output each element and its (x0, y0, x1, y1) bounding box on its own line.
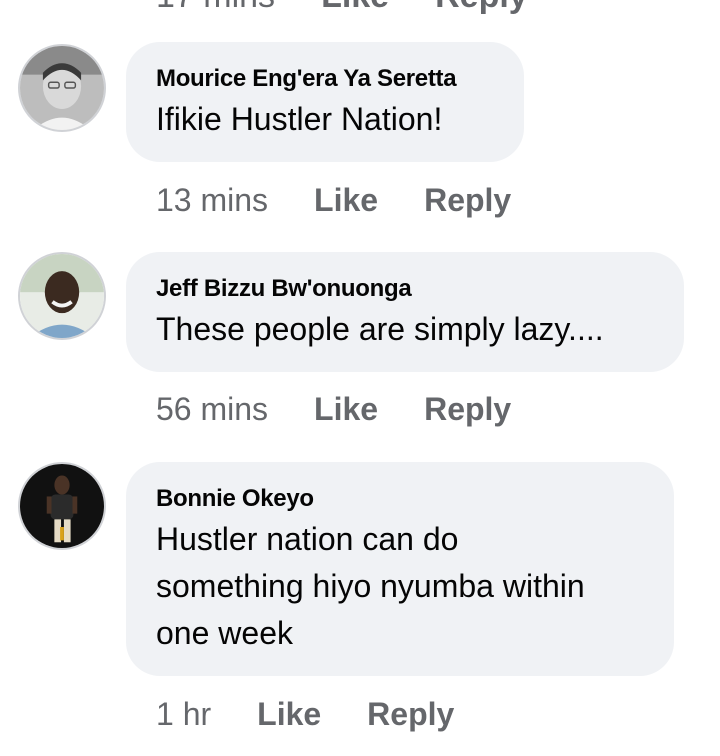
comment-actions: 13 mins Like Reply (156, 180, 511, 220)
like-link[interactable]: Like (314, 182, 378, 219)
comment-bubble: Bonnie Okeyo Hustler nation can do somet… (126, 462, 674, 676)
comment-time: 56 mins (156, 390, 269, 427)
reply-link[interactable]: Reply (435, 0, 528, 16)
comment-text-line: one week (156, 615, 293, 651)
comment-author[interactable]: Mourice Eng'era Ya Seretta (156, 64, 494, 94)
reply-link[interactable]: Reply (367, 696, 454, 733)
comment-text: Hustler nation can do something hiyo nyu… (156, 516, 644, 657)
comment-actions: 56 mins Like Reply (156, 389, 511, 429)
like-link[interactable]: Like (257, 696, 321, 733)
like-link[interactable]: Like (314, 391, 378, 428)
comment-author[interactable]: Bonnie Okeyo (156, 484, 644, 514)
comment-bubble: Mourice Eng'era Ya Seretta Ifikie Hustle… (126, 42, 524, 162)
reply-link[interactable]: Reply (424, 182, 511, 219)
comment-author[interactable]: Jeff Bizzu Bw'onuonga (156, 274, 654, 304)
avatar-photo (20, 254, 104, 338)
avatar[interactable] (18, 252, 106, 340)
comments-thread: 17 mins Like Reply Mourice Eng'era Ya Se… (0, 0, 720, 756)
like-link[interactable]: Like (321, 0, 389, 16)
comment-text: Ifikie Hustler Nation! (156, 101, 443, 137)
avatar-photo (20, 46, 104, 130)
comment-time: 17 mins (156, 0, 275, 16)
previous-comment-actions: 17 mins Like Reply (156, 0, 528, 16)
comment-text-line: something hiyo nyumba within (156, 568, 585, 604)
comment-bubble: Jeff Bizzu Bw'onuonga These people are s… (126, 252, 684, 372)
avatar-photo (20, 464, 104, 548)
avatar[interactable] (18, 462, 106, 550)
comment-time: 1 hr (156, 695, 212, 732)
comment-time: 13 mins (156, 181, 269, 218)
comment-text-line: Hustler nation can do (156, 521, 459, 557)
comment-actions: 1 hr Like Reply (156, 694, 454, 734)
avatar[interactable] (18, 44, 106, 132)
reply-link[interactable]: Reply (424, 391, 511, 428)
comment-text: These people are simply lazy.... (156, 311, 604, 347)
